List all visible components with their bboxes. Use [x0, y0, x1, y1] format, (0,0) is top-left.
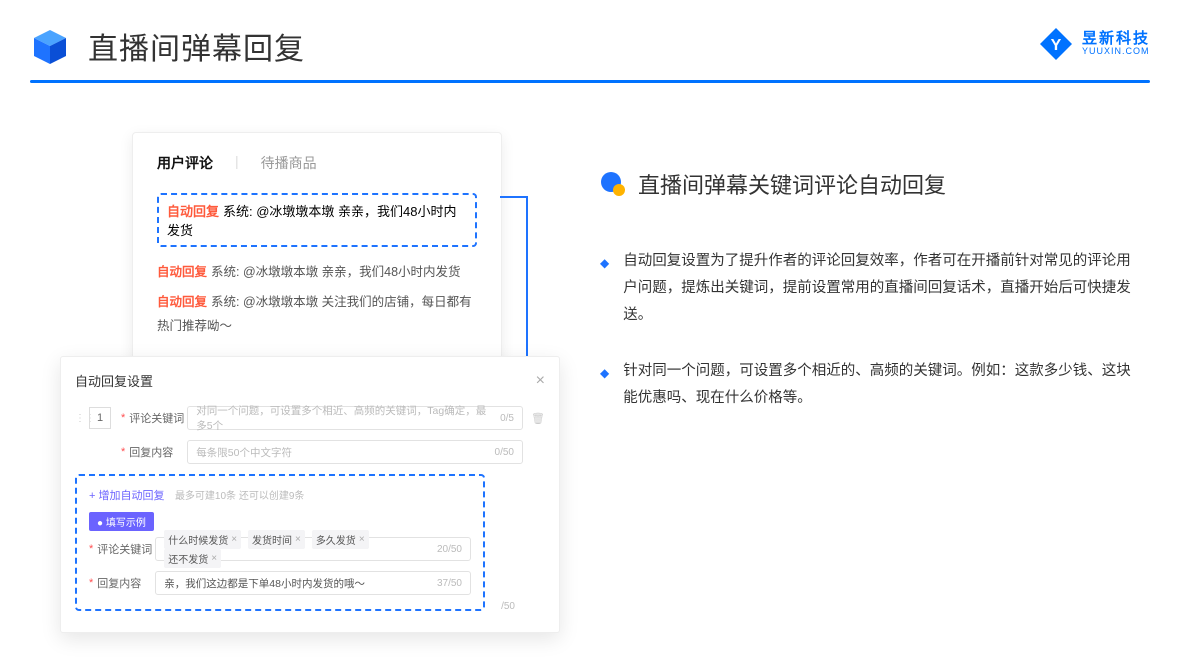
page-header: 直播间弹幕回复 Y 昱新科技 YUUXIN.COM [30, 24, 1150, 68]
example-keyword-row: * 评论关键词 什么时候发货× 发货时间× 多久发货× 还不发货× 20/50 [89, 537, 471, 561]
diamond-icon: ◆ [600, 362, 609, 412]
section-heading: 直播间弹幕关键词评论自动回复 [600, 168, 1140, 200]
auto-reply-settings-card: 自动回复设置 × ⋮⋮ 1 * 评论关键词 对同一个问题，可设置多个相近、高频的… [60, 356, 560, 633]
example-reply-input[interactable]: 亲，我们这边都是下单48小时内发货的哦～ 37/50 [155, 571, 471, 595]
tab-pending-goods[interactable]: 待播商品 [261, 153, 317, 173]
keyword-placeholder: 对同一个问题，可设置多个相近、高频的关键词，Tag确定，最多5个 [196, 403, 494, 433]
example-kw-count: 20/50 [437, 544, 462, 555]
right-column: 直播间弹幕关键词评论自动回复 ◆ 自动回复设置为了提升作者的评论回复效率，作者可… [600, 168, 1140, 442]
keyword-input[interactable]: 对同一个问题，可设置多个相近、高频的关键词，Tag确定，最多5个 0/5 [187, 406, 523, 430]
add-hint: 最多可建10条 还可以创建9条 [175, 491, 304, 502]
tab-user-comments[interactable]: 用户评论 [157, 153, 213, 173]
example-kw-label: 评论关键词 [97, 541, 155, 557]
reply-placeholder: 每条限50个中文字符 [196, 445, 292, 460]
stray-count: /50 [75, 601, 545, 612]
bubble-icon [600, 171, 626, 197]
example-reply-label: 回复内容 [97, 575, 155, 591]
example-box: + 增加自动回复 最多可建10条 还可以创建9条 ● 填写示例 * 评论关键词 … [75, 474, 485, 611]
reply-count: 0/50 [495, 447, 514, 458]
reply-input[interactable]: 每条限50个中文字符 0/50 [187, 440, 523, 464]
auto-reply-tag: 自动回复 [157, 295, 207, 309]
example-badge: ● 填写示例 [89, 512, 154, 531]
brand-block: Y 昱新科技 YUUXIN.COM [1038, 26, 1150, 62]
header-divider [30, 80, 1150, 83]
comment-row: 自动回复系统: @冰墩墩本墩 亲亲，我们48小时内发货 [157, 261, 477, 285]
tab-divider: | [235, 153, 239, 173]
comments-tabs: 用户评论 | 待播商品 [157, 153, 477, 173]
highlighted-comment-row: 自动回复系统: @冰墩墩本墩 亲亲，我们48小时内发货 [157, 193, 477, 247]
drag-handle-icon[interactable]: ⋮⋮ [75, 413, 85, 424]
tag-chip[interactable]: 发货时间× [248, 530, 305, 549]
keyword-row: ⋮⋮ 1 * 评论关键词 对同一个问题，可设置多个相近、高频的关键词，Tag确定… [75, 406, 545, 430]
reply-row: * 回复内容 每条限50个中文字符 0/50 [75, 440, 545, 464]
example-kw-input[interactable]: 什么时候发货× 发货时间× 多久发货× 还不发货× 20/50 [155, 537, 471, 561]
example-tags-wrap: 什么时候发货× 发货时间× 多久发货× 还不发货× [164, 530, 431, 568]
example-reply-row: * 回复内容 亲，我们这边都是下单48小时内发货的哦～ 37/50 [89, 571, 471, 595]
rule-index: 1 [89, 407, 111, 429]
keyword-count: 0/5 [500, 413, 514, 424]
brand-name: 昱新科技 [1082, 31, 1150, 48]
connector-line [500, 196, 526, 198]
bullet-item: ◆ 针对同一个问题，可设置多个相近的、高频的关键词。例如：这款多少钱、这块能优惠… [600, 358, 1140, 412]
required-dot: * [121, 446, 125, 458]
bullet-text-2: 针对同一个问题，可设置多个相近的、高频的关键词。例如：这款多少钱、这块能优惠吗、… [623, 358, 1140, 412]
svg-text:Y: Y [1051, 37, 1062, 54]
required-dot: * [89, 543, 93, 555]
auto-reply-tag: 自动回复 [167, 204, 219, 219]
cube-icon [30, 26, 70, 66]
comment-text-2: 系统: @冰墩墩本墩 亲亲，我们48小时内发货 [211, 265, 461, 279]
example-reply-text: 亲，我们这边都是下单48小时内发货的哦～ [164, 576, 365, 591]
bullet-text-1: 自动回复设置为了提升作者的评论回复效率，作者可在开播前针对常见的评论用户问题，提… [623, 248, 1140, 328]
comment-row: 自动回复系统: @冰墩墩本墩 关注我们的店铺，每日都有热门推荐呦～ [157, 291, 477, 339]
keyword-label: 评论关键词 [129, 410, 187, 426]
required-dot: * [121, 412, 125, 424]
auto-reply-tag: 自动回复 [157, 265, 207, 279]
required-dot: * [89, 577, 93, 589]
brand-logo-icon: Y [1038, 26, 1074, 62]
section-title: 直播间弹幕关键词评论自动回复 [638, 168, 946, 200]
trash-icon[interactable]: 🗑 [531, 412, 545, 425]
reply-label: 回复内容 [129, 444, 187, 460]
diamond-icon: ◆ [600, 252, 609, 328]
bullet-item: ◆ 自动回复设置为了提升作者的评论回复效率，作者可在开播前针对常见的评论用户问题… [600, 248, 1140, 328]
add-auto-reply-link[interactable]: + 增加自动回复 [89, 490, 164, 502]
tag-chip[interactable]: 还不发货× [164, 549, 221, 568]
settings-title: 自动回复设置 [75, 371, 153, 390]
page-title: 直播间弹幕回复 [88, 24, 305, 68]
example-reply-count: 37/50 [437, 578, 462, 589]
brand-subtitle: YUUXIN.COM [1082, 47, 1150, 57]
tag-chip[interactable]: 多久发货× [312, 530, 369, 549]
close-icon[interactable]: × [536, 372, 545, 390]
tag-chip[interactable]: 什么时候发货× [164, 530, 241, 549]
